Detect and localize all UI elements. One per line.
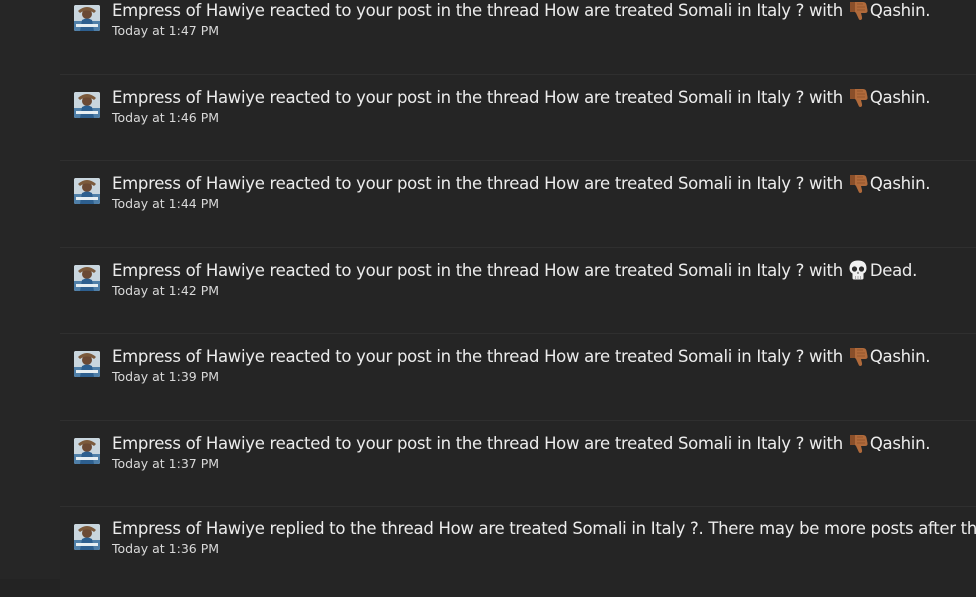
timestamp: Today at 1:46 PM <box>112 109 220 125</box>
with-text: with <box>809 347 843 366</box>
username-link[interactable]: Empress of Hawiye <box>112 347 265 366</box>
reaction-name[interactable]: Dead <box>870 261 913 280</box>
avatar[interactable] <box>74 91 100 118</box>
notification-row: Empress of Hawiye reacted to your post i… <box>60 74 976 161</box>
thread-link[interactable]: How are treated Somali in Italy ? <box>438 519 698 538</box>
notification-text: Empress of Hawiye reacted to your post i… <box>112 432 966 455</box>
avatar[interactable] <box>74 524 100 550</box>
reaction-name[interactable]: Qashin <box>870 88 926 107</box>
thread-link[interactable]: How are treated Somali in Italy ? <box>544 174 804 193</box>
reaction-name[interactable]: Qashin <box>870 174 926 193</box>
notification-row: Empress of Hawiye reacted to your post i… <box>60 420 976 507</box>
username-link[interactable]: Empress of Hawiye <box>112 261 265 280</box>
thumbs-down-icon <box>847 86 869 108</box>
thumbs-down-icon <box>847 0 869 21</box>
notification-content: Empress of Hawiye replied to the thread … <box>112 518 976 556</box>
with-text: with <box>809 87 843 107</box>
thread-link[interactable]: How are treated Somali in Italy ? <box>544 261 804 280</box>
sentence-end: . <box>925 1 931 20</box>
username-link[interactable]: Empress of Hawiye <box>112 519 265 538</box>
with-text: with <box>809 174 843 193</box>
notification-content: Empress of Hawiye reacted to your post i… <box>112 172 966 211</box>
with-text: with <box>809 260 843 280</box>
notification-row: Empress of Hawiye replied to the thread … <box>60 507 976 597</box>
notification-text: Empress of Hawiye reacted to your post i… <box>112 86 966 109</box>
avatar[interactable] <box>74 5 100 31</box>
notification-row: Empress of Hawiye reacted to your post i… <box>60 247 976 334</box>
timestamp: Today at 1:36 PM <box>112 541 220 556</box>
notification-row: Empress of Hawiye reacted to your post i… <box>60 334 976 421</box>
notification-content: Empress of Hawiye reacted to your post i… <box>112 259 966 298</box>
notification-action: reacted to your post in the thread <box>269 87 540 107</box>
thumbs-down-icon <box>847 172 869 194</box>
notification-content: Empress of Hawiye reacted to your post i… <box>112 345 966 384</box>
notification-action: reacted to your post in the thread <box>269 1 540 20</box>
avatar[interactable] <box>74 437 100 464</box>
with-text: with <box>809 433 843 453</box>
timestamp: Today at 1:37 PM <box>112 455 220 471</box>
timestamp: Today at 1:39 PM <box>112 369 220 384</box>
notification-text: Empress of Hawiye reacted to your post i… <box>112 0 966 22</box>
notification-text: Empress of Hawiye reacted to your post i… <box>112 259 966 282</box>
username-link[interactable]: Empress of Hawiye <box>112 174 265 193</box>
thread-link[interactable]: How are treated Somali in Italy ? <box>544 88 804 107</box>
thread-link[interactable]: How are treated Somali in Italy ? <box>544 1 804 20</box>
notification-text: Empress of Hawiye replied to the thread … <box>112 518 976 540</box>
avatar[interactable] <box>74 264 100 291</box>
avatar[interactable] <box>74 178 100 204</box>
username-link[interactable]: Empress of Hawiye <box>112 1 265 20</box>
thread-link[interactable]: How are treated Somali in Italy ? <box>544 434 804 453</box>
notification-content: Empress of Hawiye reacted to your post i… <box>112 432 966 471</box>
notification-action: reacted to your post in the thread <box>269 347 540 366</box>
thread-link[interactable]: How are treated Somali in Italy ? <box>544 347 804 366</box>
notification-content: Empress of Hawiye reacted to your post i… <box>112 86 966 125</box>
reaction-name[interactable]: Qashin <box>870 347 926 366</box>
sentence-end: . <box>925 87 931 107</box>
notification-action: reacted to your post in the thread <box>269 433 540 453</box>
thumbs-down-icon <box>847 345 869 367</box>
username-link[interactable]: Empress of Hawiye <box>112 434 265 453</box>
notification-text: Empress of Hawiye reacted to your post i… <box>112 345 966 368</box>
notification-text: Empress of Hawiye reacted to your post i… <box>112 172 966 195</box>
reaction-name[interactable]: Qashin <box>870 434 926 453</box>
sentence-end: . <box>912 260 918 280</box>
timestamp: Today at 1:42 PM <box>112 282 220 298</box>
avatar[interactable] <box>74 351 100 377</box>
notification-row: Empress of Hawiye reacted to your post i… <box>60 0 976 75</box>
with-text: with <box>809 1 843 20</box>
left-gutter <box>0 0 60 579</box>
notification-suffix: . There may be more posts after this. <box>698 519 976 538</box>
timestamp: Today at 1:44 PM <box>112 196 220 211</box>
notification-list: Empress of Hawiye reacted to your post i… <box>60 0 976 597</box>
timestamp: Today at 1:47 PM <box>112 23 220 38</box>
notification-content: Empress of Hawiye reacted to your post i… <box>112 0 966 38</box>
notification-action: reacted to your post in the thread <box>269 260 540 280</box>
username-link[interactable]: Empress of Hawiye <box>112 88 265 107</box>
sentence-end: . <box>925 174 931 193</box>
notification-action: replied to the thread <box>269 519 434 538</box>
reaction-name[interactable]: Qashin <box>870 1 926 20</box>
skull-icon <box>847 259 869 281</box>
thumbs-down-icon <box>847 432 869 454</box>
notification-row: Empress of Hawiye reacted to your post i… <box>60 161 976 248</box>
sentence-end: . <box>925 347 931 366</box>
notification-action: reacted to your post in the thread <box>269 174 540 193</box>
sentence-end: . <box>925 433 931 453</box>
